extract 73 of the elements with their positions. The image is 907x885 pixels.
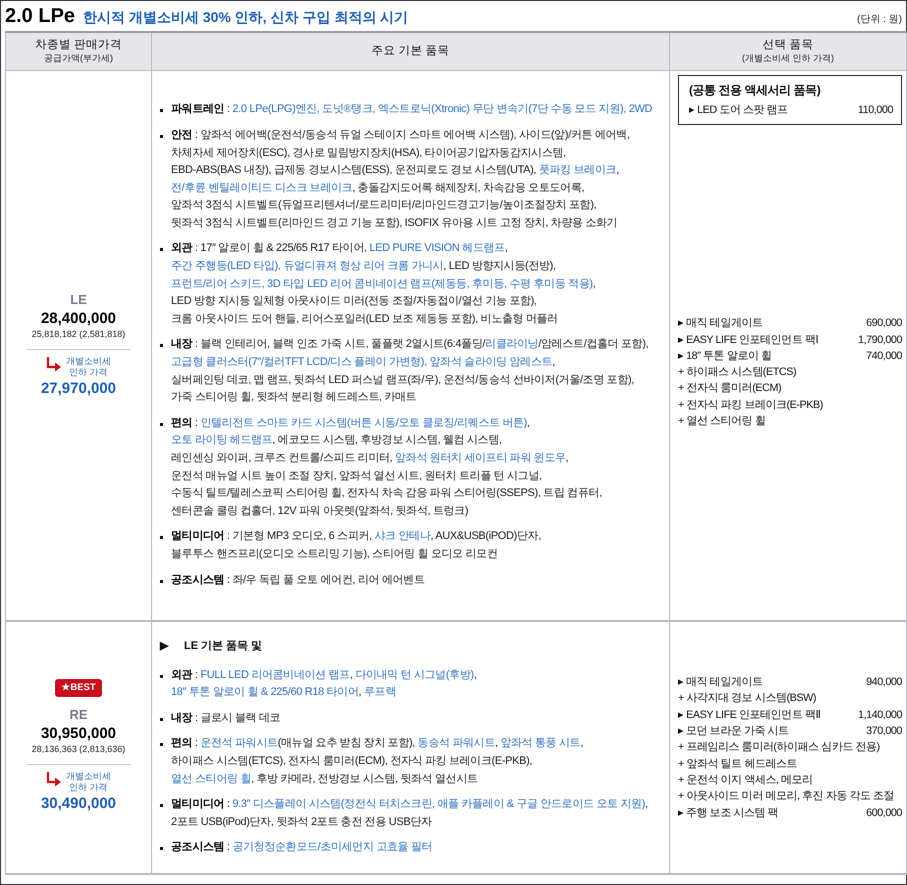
feature-text: 파워트레인 : 2.0 LPe(LPG)엔진, 도넛®탱크, 엑스트로닉(Xtronic) 무단 변속기(7단 수동 모드 지원), 2WD: [171, 102, 652, 118]
feature-text: 공조시스템 : 좌/우 독립 풀 오토 에어컨, 리어 에어벤트: [171, 572, 424, 588]
column-header: 주요 기본 품목: [371, 44, 450, 58]
option-name: ▸ LED 도어 스팟 램프: [689, 102, 788, 118]
option-price: 940,000: [866, 675, 902, 690]
feature-text: 편의 : 인텔리전트 스마트 카드 시스템(버튼 시동/오토 클로징/리퀘스트 버튼), 오토 라이팅 헤드램프, 에코모드 시스템, 후방경보 시스템, 웰컴 시스템, 레인센싱 와이퍼, 크루즈 컨트롤/스피드 리미터, 앞좌석 원터치 세이프티 파워 윈도우, 운전석 매뉴얼 시트 높이 조절 장치, 앞좌석 열선 시트, 원터치 트리플 턴 시그널, 수동식 틸트/텔레스코픽 스티어링 휠, 전자식 차속 감응 파워 스티어링(SSEPS), 트립 컴퓨터, 센터콘솔 쿨링 컵홀더, 12V 파워 아웃렛(앞좌석, 뒷좌석, 트렁크): [171, 416, 602, 519]
option-name: + 열선 스티어링 휠: [678, 414, 766, 430]
option-name: + 전자식 룸미러(ECM): [678, 381, 782, 396]
option-price: 600,000: [866, 806, 902, 821]
arrow-icon: [46, 356, 62, 372]
feature-text: 편의 : 운전석 파워시트(매뉴얼 요추 받침 장치 포함), 동승석 파워시트, 앞좌석 통풍 시트, 하이패스 시스템(ETCS), 전자식 룸미러(ECM), 전자식 파킹 브레이크(E-PKB), 열선 스티어링 휠, 후방 카메라, 전방경보 시스템, 뒷좌석 열선시트: [171, 736, 584, 787]
option-name: ▸ EASY LIFE 인포테인먼트 팩Ⅰ: [678, 332, 818, 348]
bullet-icon: [160, 580, 163, 583]
option-name: + 운전석 이지 액세스, 메모리: [678, 772, 813, 788]
column-header: 선택 품목: [762, 38, 814, 52]
accessory-box-title: (공통 전용 액세서리 품목): [689, 82, 822, 98]
option-name: ▸ 18″ 투톤 알로이 휠: [678, 348, 772, 364]
discount-label: 개별소비세 인하 가격: [66, 356, 111, 378]
feature-text: 내장 : 블랙 인테리어, 블랙 인조 가죽 시트, 풀플랫 2열시트(6:4폴딩/리클라이닝/암레스트/컵홀더 포함), 고급형 클러스터(7″/컬러TFT LCD/디스 플레이 가변형), 앞좌석 슬라이딩 암레스트, 실버페인팅 데코, 맵 램프, 뒷좌석 LED 퍼스널 램프(좌/우), 운전석/동승석 선바이저(거울/조명 포함), 가죽 스티어링 휠, 뒷좌석 분리형 헤드레스트, 카매트: [171, 337, 648, 406]
option-name: ▸ 매직 테일게이트: [678, 316, 762, 332]
option-name: ▸ 주행 보조 시스템 팩: [678, 806, 778, 821]
column-subheader: 공급가액(부가세): [44, 52, 113, 64]
option-price: 740,000: [866, 348, 902, 364]
bullet-icon: [160, 718, 163, 721]
option-name: ▸ EASY LIFE 인포테인먼트 팩Ⅱ: [678, 708, 820, 723]
discount-label: 개별소비세 인하 가격: [66, 771, 111, 794]
bullet-icon: [160, 674, 163, 678]
feature-text: 안전 : 앞좌석 에어백(운전석/동승석 듀얼 스테이지 스마트 에어백 시스템), 사이드(앞)/커튼 에어백, 차체자세 제어장치(ESC), 경사로 밀림방지장치(HSA), 타이어공기압자동감지시스템, EBD-ABS(BAS 내장), 급제동 경보시스템(ESS), 운전피로도 경보 시스템(UTA), 풋파킹 브레이크, 전/후륜 벤틸레이티드 디스크 브레이크, 충돌감지도어록 해제장치, 차속감응 오토도어록, 앞좌석 3점식 시트벨트(듀얼프리텐셔너/로드리미터/리마인드경고기능/높이조절장치 포함), 뒷좌석 3점식 시트벨트(리마인드 경고 기능 포함), ISOFIX 유아용 시트 고정 장치, 차량용 소화기: [171, 128, 630, 231]
option-price: 1,140,000: [858, 708, 902, 723]
option-name: + 사각지대 경보 시스템(BSW): [678, 691, 816, 706]
option-name: ▸ 매직 테일게이트: [678, 675, 762, 690]
best-badge: ★BEST: [55, 679, 102, 698]
trim-name: LE: [70, 291, 87, 309]
feature-text: 외관 : FULL LED 리어콤비네이션 램프, 다이내믹 턴 시그널(후방), 18″ 투톤 알로이 휠 & 225/60 R18 타이어, 루프랙: [171, 668, 477, 700]
bullet-icon: [160, 422, 163, 426]
column-header: 차종별 판매가격: [34, 38, 122, 52]
bullet-icon: [160, 248, 163, 252]
bullet-icon: [160, 536, 163, 540]
discounted-price: 30,490,000: [40, 794, 116, 814]
option-name: + 프레임리스 룸미러(하이패스 심카드 전용): [678, 740, 880, 756]
price: 30,950,000: [40, 724, 116, 743]
page-subtitle: 한시적 개별소비세 30% 인하, 신차 구입 최적의 시기: [83, 8, 408, 27]
bullet-icon: [160, 743, 163, 746]
section-intro: LE 기본 품목 및: [184, 639, 262, 654]
option-price: 110,000: [858, 102, 893, 118]
option-name: + 전자식 파킹 브레이크(E-PKB): [678, 398, 823, 413]
unit-label: (단위 : 원): [857, 13, 902, 27]
feature-text: 공조시스템 : 공기청정순환모드/초미세먼지 고효율 필터: [171, 840, 432, 856]
feature-text: 내장 : 글로시 블랙 데코: [171, 710, 280, 726]
feature-text: 멀티미디어 : 9.3″ 디스플레이 시스템(정전식 터치스크린, 애플 카플레이 & 구글 안드로이드 오토 지원), 2포트 USB(iPod)단자, 뒷좌석 2포트 충전 전용 USB단자: [171, 797, 648, 830]
arrow-icon: [46, 771, 62, 788]
feature-text: 외관 : 17″ 알로이 휠 & 225/65 R17 타이어, LED PURE VISION 헤드램프, 주간 주행등(LED 타입), 듀얼디퓨져 형상 리어 크롬 가니시, LED 방향지시등(전방), 프런트/리어 스키드, 3D 타입 LED 리어 콤비네이션 램프(제동등, 후미등, 수평 후미등 적용), LED 방향 지시등 일체형 아웃사이드 미러(전동 조절/자동접이/열선 기능 포함), 크롬 아웃사이드 도어 핸들, 리어스포일러(LED 보조 제동등 포함), 비노출형 머플러: [171, 241, 596, 327]
bullet-icon: [160, 344, 163, 348]
option-name: ▸ 모던 브라운 가죽 시트: [678, 724, 789, 740]
option-name: + 하이패스 시스템(ETCS): [678, 365, 796, 380]
price: 28,400,000: [40, 310, 116, 328]
bullet-icon: [160, 847, 163, 850]
option-name: + 앞좌석 틸트 헤드레스트: [678, 756, 798, 772]
supply-price: 25,818,182 (2,581,818): [32, 328, 126, 341]
page-title: 2.0 LPe: [5, 4, 76, 29]
trim-name: RE: [69, 706, 88, 724]
marker-icon: ▶: [160, 638, 168, 655]
bullet-icon: [160, 134, 163, 138]
bullet-icon: [160, 804, 163, 808]
feature-text: 멀티미디어 : 기본형 MP3 오디오, 6 스피커, 샤크 안테나, AUX&USB(iPOD)단자, 블루투스 핸즈프리(오디오 스트리밍 기능), 스티어링 휠 오디오 리모컨: [171, 529, 541, 562]
supply-price: 28,136,363 (2,813,636): [32, 742, 126, 756]
column-subheader: (개별소비세 인하 가격): [742, 52, 834, 64]
option-name: + 아웃사이드 미러 메모리, 후진 자동 각도 조절: [678, 789, 894, 804]
discounted-price: 27,970,000: [40, 379, 116, 399]
option-price: 370,000: [866, 724, 902, 740]
bullet-icon: [160, 109, 163, 112]
option-price: 690,000: [866, 316, 902, 332]
option-price: 1,790,000: [858, 332, 902, 348]
